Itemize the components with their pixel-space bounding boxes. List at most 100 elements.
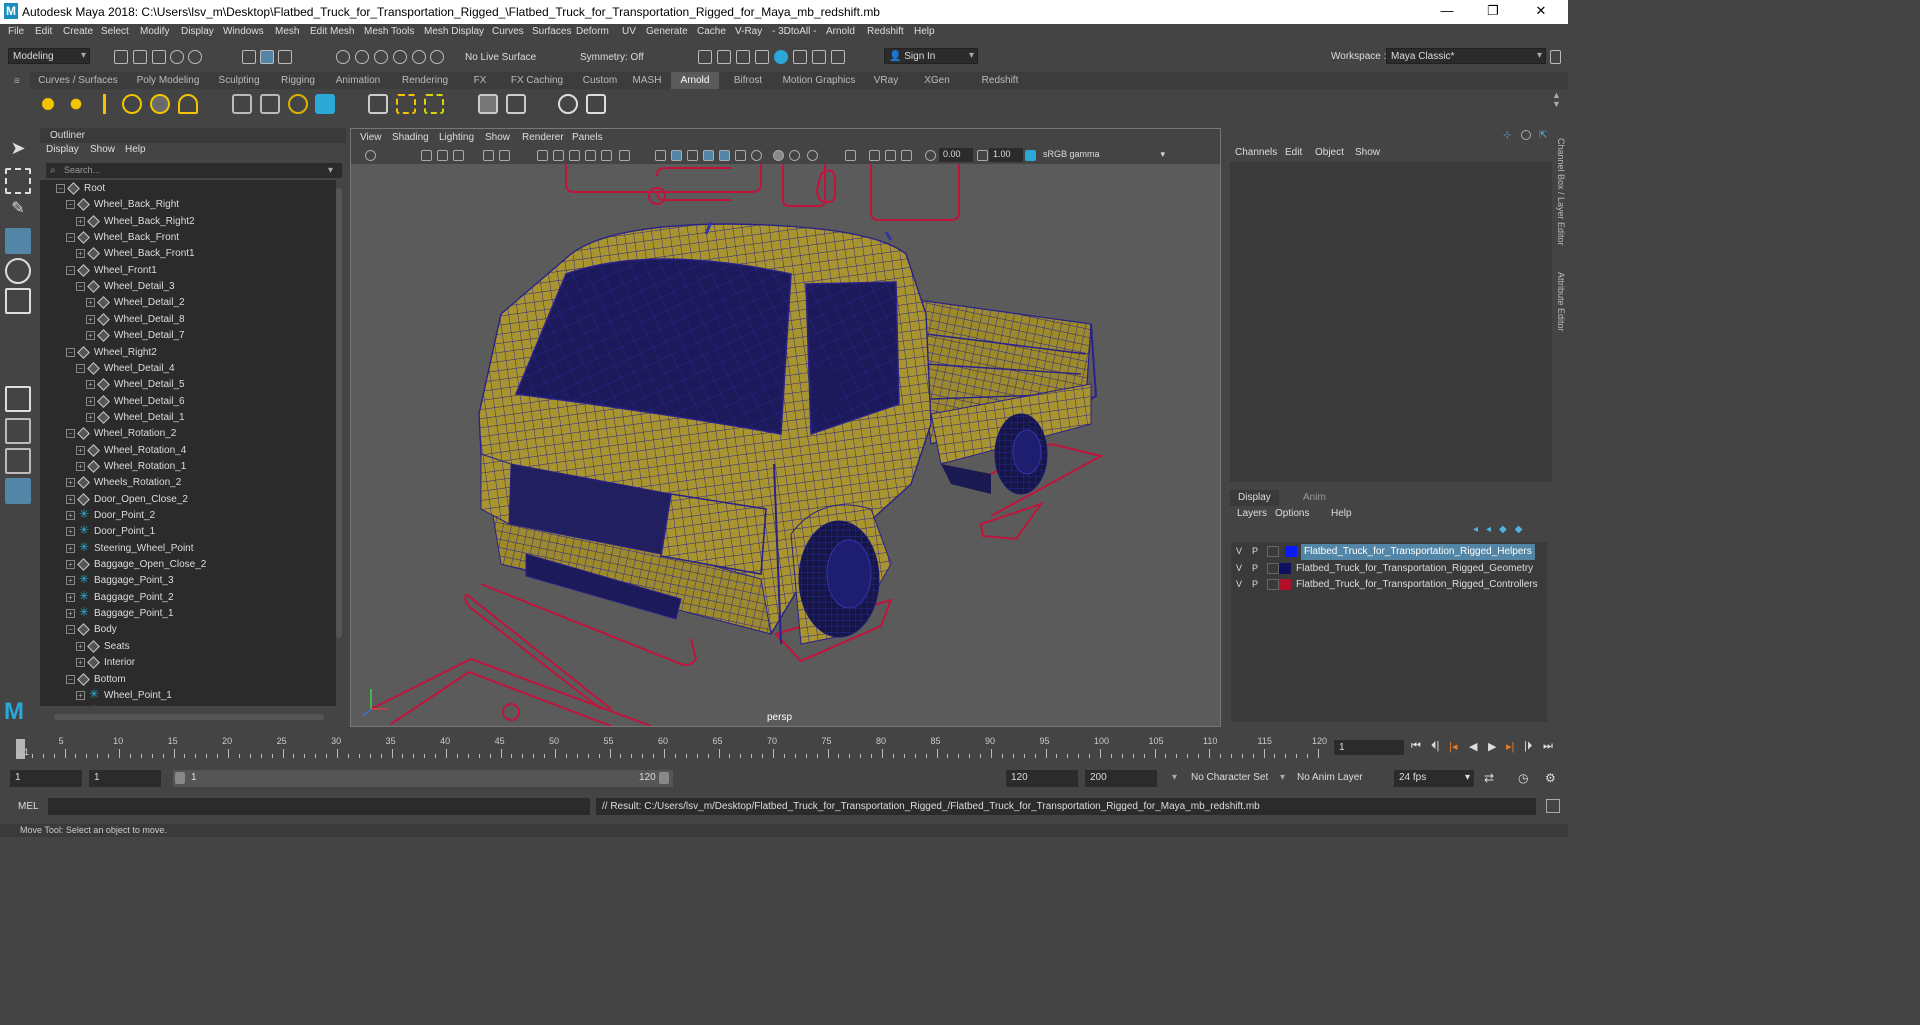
shelf-tab-mash[interactable]: MASH (627, 72, 667, 89)
expand-icon[interactable]: + (86, 298, 95, 308)
expand-icon[interactable]: + (66, 511, 75, 520)
snap-view-plane-icon[interactable] (393, 50, 407, 64)
timeline[interactable]: 1 5 10 15 20 25 30 35 40 45 50 55 60 65 70 75 80 85 90 95 10… (12, 735, 1328, 759)
rotate-tool-icon[interactable] (5, 258, 31, 284)
use-all-lights-icon[interactable] (735, 150, 746, 161)
operator-graph-icon[interactable] (478, 94, 498, 114)
menu-uv[interactable]: UV (622, 26, 636, 37)
field-chart-icon[interactable] (601, 150, 612, 161)
layer-tools-icons[interactable]: ◂◂◆◆ (1473, 524, 1530, 535)
symmetry-field[interactable]: Symmetry: Off (575, 49, 661, 65)
layer-row[interactable]: V P Flatbed_Truck_for_Transportation_Rigge… (1231, 577, 1547, 593)
txmanager-icon[interactable] (424, 94, 444, 114)
live-surface-field[interactable]: No Live Surface (460, 49, 550, 65)
shelf-tab-redshift[interactable]: Redshift (965, 72, 1035, 89)
menu-mesh-display[interactable]: Mesh Display (424, 26, 484, 37)
smooth-shade-icon[interactable] (671, 150, 682, 161)
collapse-icon[interactable]: − (76, 363, 85, 373)
new-scene-icon[interactable] (114, 50, 128, 64)
single-perspective-layout-icon[interactable] (5, 386, 31, 412)
expand-icon[interactable]: + (76, 690, 85, 700)
menu-display[interactable]: Display (181, 26, 214, 37)
layer-type-toggle[interactable] (1267, 546, 1279, 557)
image-plane-icon[interactable] (453, 150, 464, 161)
outliner-item[interactable]: + Wheel_Rotation_1 (40, 459, 336, 475)
arnold-renderview-icon[interactable] (558, 94, 578, 114)
menu-mesh[interactable]: Mesh (275, 26, 299, 37)
physical-sky-icon[interactable] (178, 94, 198, 114)
layer-type-toggle[interactable] (1267, 579, 1279, 590)
shadows-icon[interactable] (751, 150, 762, 161)
redo-icon[interactable] (188, 50, 202, 64)
select-camera-icon[interactable] (365, 150, 376, 161)
outliner-item[interactable]: − Wheel_Back_Front (40, 230, 336, 246)
skydome-light-icon[interactable] (122, 94, 142, 114)
lock-icon[interactable] (1550, 50, 1561, 64)
outliner-item[interactable]: + Wheel_Detail_5 (40, 377, 336, 393)
bookmark-icon[interactable] (437, 150, 448, 161)
flush-caches-icon[interactable] (396, 94, 416, 114)
menu-cache[interactable]: Cache (697, 26, 726, 37)
layer-visibility-toggle[interactable]: V (1233, 546, 1245, 556)
viewport-menu-view[interactable]: View (360, 132, 382, 143)
2d-pan-zoom-icon[interactable] (483, 150, 494, 161)
viewport-menu-lighting[interactable]: Lighting (439, 132, 474, 143)
grid-icon[interactable] (537, 150, 548, 161)
maximize-button[interactable]: ❐ (1470, 3, 1516, 19)
snap-curve-icon[interactable] (355, 50, 369, 64)
outliner-item[interactable]: +✳Wheel_Point_4 (40, 704, 336, 706)
layer-playback-toggle[interactable]: P (1249, 563, 1261, 573)
wireframe-icon[interactable] (655, 150, 666, 161)
character-set-icon[interactable]: ▾ (1172, 772, 1177, 783)
collapse-icon[interactable]: − (66, 265, 75, 275)
outliner-item[interactable]: + Wheel_Detail_6 (40, 394, 336, 410)
motion-blur-icon[interactable] (789, 150, 800, 161)
layer-visibility-toggle[interactable]: V (1233, 563, 1245, 573)
menu-file[interactable]: File (8, 26, 24, 37)
shelf-tab-sculpting[interactable]: Sculpting (211, 72, 267, 89)
color-management-icon[interactable] (1025, 150, 1036, 161)
go-to-end-icon[interactable]: ⏭ (1543, 740, 1553, 753)
collapse-icon[interactable]: − (56, 184, 65, 193)
render-current-icon[interactable] (717, 50, 731, 64)
four-view-layout-icon[interactable] (5, 418, 31, 444)
outliner-item[interactable]: + ✳ Baggage_Point_2 (40, 590, 336, 606)
expand-icon[interactable]: + (86, 380, 95, 390)
select-by-object-icon[interactable] (260, 50, 274, 64)
channel-menu-object[interactable]: Object (1315, 147, 1344, 158)
3d-scene[interactable]: persp (351, 164, 1220, 727)
anim-end-field[interactable]: 120 (1006, 770, 1078, 787)
safe-action-icon[interactable] (619, 150, 630, 161)
outliner-item[interactable]: + Wheel_Detail_1 (40, 410, 336, 426)
pause-ipr-icon[interactable] (831, 50, 845, 64)
channel-menu-edit[interactable]: Edit (1285, 147, 1302, 158)
layer-color-swatch[interactable] (1285, 546, 1297, 557)
exposure-icon[interactable] (925, 150, 936, 161)
shelf-tab-custom[interactable]: Custom (577, 72, 623, 89)
menu-mesh-tools[interactable]: Mesh Tools (364, 26, 414, 37)
mode-dropdown[interactable]: Modeling ▾ (8, 48, 90, 64)
expand-icon[interactable]: + (76, 445, 85, 455)
menu-select[interactable]: Select (101, 26, 129, 37)
layer-row[interactable]: V P Flatbed_Truck_for_Transportation_Rigge… (1231, 544, 1547, 560)
outliner-item[interactable]: − Wheel_Front1 (40, 263, 336, 279)
expand-icon[interactable]: + (76, 658, 85, 668)
expand-icon[interactable]: + (76, 461, 85, 471)
gamma-icon[interactable] (977, 150, 988, 161)
side-tab-channel-box[interactable]: Channel Box / Layer Editor (1556, 138, 1566, 246)
redshift-ipr-icon[interactable] (812, 50, 826, 64)
expand-icon[interactable]: + (66, 527, 75, 537)
expand-icon[interactable]: + (66, 576, 75, 586)
collapse-icon[interactable]: − (66, 429, 75, 439)
grease-pencil-icon[interactable] (499, 150, 510, 161)
layer-color-swatch[interactable] (1279, 579, 1291, 590)
go-to-start-icon[interactable]: ⏮ (1411, 740, 1421, 753)
outliner-item[interactable]: + ✳ Baggage_Point_1 (40, 606, 336, 622)
menu-help[interactable]: Help (914, 26, 935, 37)
gate-mask-icon[interactable] (585, 150, 596, 161)
menu-surfaces[interactable]: Surfaces (532, 26, 571, 37)
shelf-tab-xgen[interactable]: XGen (912, 72, 962, 89)
menu-curves[interactable]: Curves (492, 26, 524, 37)
play-backwards-icon[interactable]: ◀ (1469, 740, 1477, 753)
outliner-item[interactable]: − Wheel_Back_Right (40, 197, 336, 213)
